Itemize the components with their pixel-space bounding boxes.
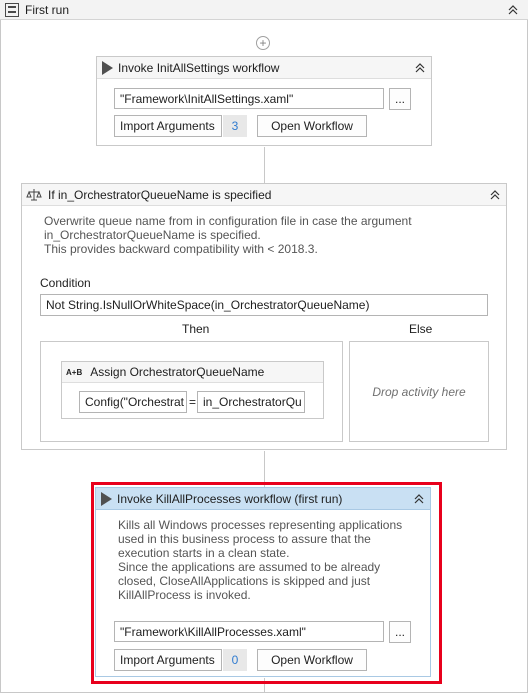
sequence-title: First run [25,2,70,17]
invoke-init-title: Invoke InitAllSettings workflow [118,60,280,75]
assign-title: Assign OrchestratorQueueName [90,365,265,379]
workflow-file-field[interactable]: "Framework\InitAllSettings.xaml" [114,88,384,109]
if-header[interactable]: If in_OrchestratorQueueName is specified [22,184,506,206]
assign-to-field[interactable]: Config("Orchestrat [79,391,187,413]
argument-count: 3 [223,115,247,137]
then-label: Then [182,322,210,336]
condition-label: Condition [40,276,91,290]
invoke-init-activity[interactable]: Invoke InitAllSettings workflow "Framewo… [96,56,432,146]
else-label: Else [409,322,433,336]
browse-button[interactable]: ... [389,88,411,110]
selection-highlight-box [91,482,442,684]
sequence-icon [5,2,19,17]
drop-activity-text: Drop activity here [372,384,466,399]
description-line: Overwrite queue name from in configurati… [44,214,412,228]
open-workflow-button[interactable]: Open Workflow [257,115,367,137]
assign-equals: = [189,395,197,409]
invoke-workflow-icon [102,60,113,75]
add-activity-icon[interactable]: + [256,36,270,50]
if-activity[interactable]: If in_OrchestratorQueueName is specified… [21,183,507,450]
condition-field[interactable]: Not String.IsNullOrWhiteSpace(in_Orchest… [40,294,488,316]
invoke-init-header[interactable]: Invoke InitAllSettings workflow [97,57,431,79]
assign-icon: A+B [66,367,83,377]
description-line: in_OrchestratorQueueName is specified. [44,228,261,242]
description-line: This provides backward compatibility wit… [44,242,318,256]
connector-line [264,147,265,183]
else-drop-zone[interactable]: Drop activity here [349,341,489,442]
collapse-icon[interactable] [413,61,427,75]
if-title: If in_OrchestratorQueueName is specified [48,187,272,202]
if-description[interactable]: Overwrite queue name from in configurati… [44,214,412,256]
import-arguments-button[interactable]: Import Arguments [114,115,222,137]
assign-value-field[interactable]: in_OrchestratorQu [197,391,305,413]
assign-header[interactable]: A+B Assign OrchestratorQueueName [62,362,323,383]
collapse-icon[interactable] [506,3,520,17]
sequence-header[interactable]: First run [0,0,528,20]
collapse-icon[interactable] [488,188,502,202]
then-branch[interactable]: A+B Assign OrchestratorQueueName Config(… [40,341,343,442]
assign-activity[interactable]: A+B Assign OrchestratorQueueName Config(… [61,361,324,419]
if-icon [26,188,42,202]
